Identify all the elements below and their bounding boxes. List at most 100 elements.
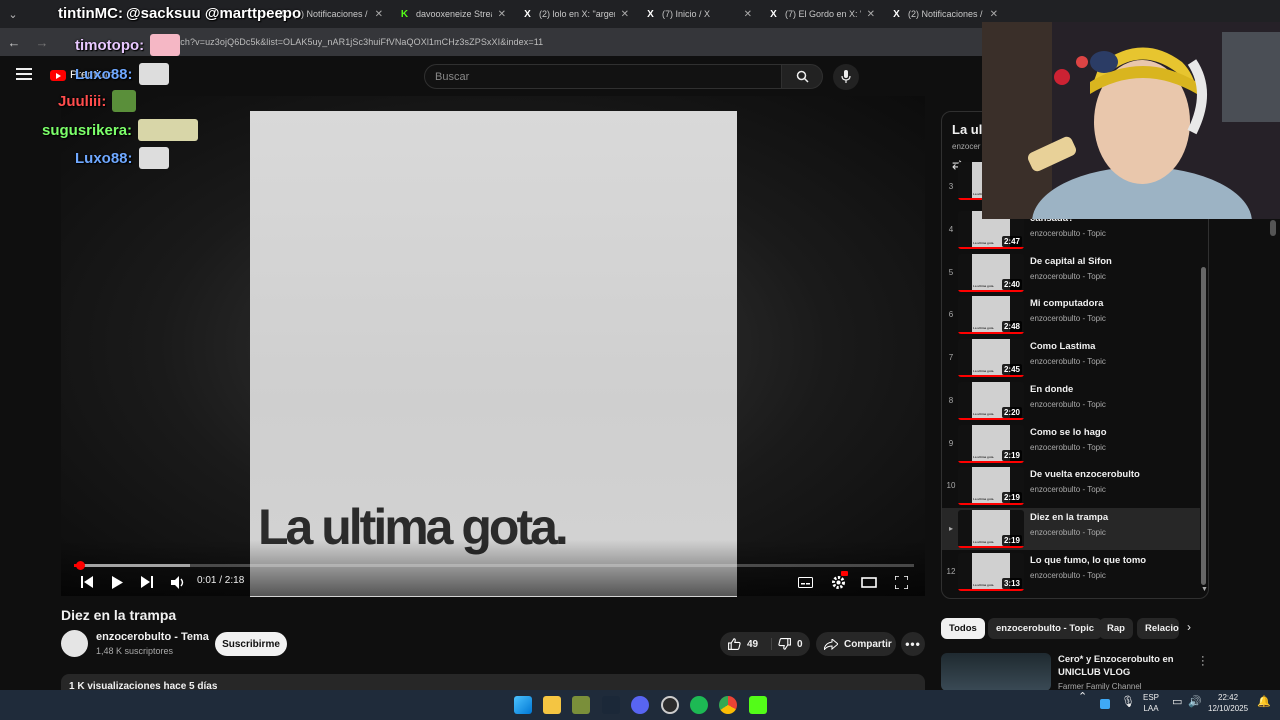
- share-button[interactable]: Compartir: [816, 632, 896, 656]
- windows-start-icon[interactable]: [514, 696, 532, 714]
- playlist-thumbnail: La ultima gota. 3:13: [958, 552, 1024, 591]
- tab-search-icon[interactable]: ⌄: [0, 0, 26, 28]
- file-explorer-icon[interactable]: [543, 696, 561, 714]
- subtitles-button[interactable]: [797, 574, 813, 590]
- filter-chip[interactable]: Todos: [941, 618, 985, 639]
- playlist-item[interactable]: 9 La ultima gota. 2:19 Como se lo hago enzoc…: [942, 423, 1200, 465]
- forward-arrow-icon[interactable]: →: [28, 35, 56, 50]
- like-count: 49: [747, 638, 759, 650]
- spotify-icon[interactable]: [690, 696, 708, 714]
- tray-chevron-up-icon[interactable]: ⌃: [1078, 692, 1087, 703]
- duration-badge: 2:19: [1001, 449, 1022, 461]
- clock[interactable]: 22:42 12/10/2025: [1208, 692, 1248, 714]
- browser-tab[interactable]: X (7) Inicio / X ✕: [637, 1, 760, 27]
- thumbs-down-icon: [778, 638, 791, 650]
- channel-avatar[interactable]: [61, 630, 88, 657]
- browser-tab[interactable]: X (7) El Gordo en X: "e ✕: [760, 1, 883, 27]
- playlist-item[interactable]: 12 La ultima gota. 3:13 Lo que fumo, lo que…: [942, 551, 1200, 593]
- thumbnail-text: La ultima gota.: [973, 326, 995, 331]
- thumbnail-text: La ultima gota.: [973, 539, 995, 544]
- chat-username: tintinMC:: [58, 5, 123, 22]
- channel-name[interactable]: enzocerobulto - Tema: [96, 631, 209, 643]
- url-field[interactable]: watch?v=uz3ojQ6Dc5k&list=OLAK5uy_nAR1jSc…: [166, 37, 543, 47]
- language-indicator[interactable]: ESP LAA: [1143, 692, 1159, 714]
- chat-username: Juuliii:: [58, 92, 107, 110]
- steam-icon[interactable]: [602, 696, 620, 714]
- page-scrollbar[interactable]: [1270, 220, 1276, 236]
- previous-button[interactable]: [80, 574, 94, 590]
- settings-button[interactable]: [829, 571, 848, 590]
- like-button[interactable]: 49: [720, 638, 772, 650]
- minecraft-icon[interactable]: [572, 696, 590, 714]
- chrome-icon[interactable]: [719, 696, 737, 714]
- close-tab-icon[interactable]: ✕: [375, 9, 383, 20]
- menu-icon[interactable]: [16, 68, 32, 83]
- search-input[interactable]: Buscar: [424, 64, 782, 89]
- fullscreen-button[interactable]: [893, 574, 909, 590]
- filter-chip[interactable]: enzocerobulto - Topic: [988, 618, 1102, 639]
- scrubber-handle[interactable]: [76, 561, 85, 570]
- playlist-title[interactable]: La ul: [952, 122, 982, 137]
- skip-next-icon: [141, 576, 153, 588]
- more-actions-button[interactable]: •••: [901, 632, 925, 656]
- recommended-title[interactable]: Cero* y Enzocerobulto en UNICLUB VLOG: [1058, 653, 1198, 679]
- playlist-item-channel: enzocerobulto - Topic: [1030, 314, 1106, 324]
- playlist-item[interactable]: ▸ La ultima gota. 2:19 Diez en la trampa enz…: [942, 507, 1200, 550]
- volume-button[interactable]: [170, 574, 186, 590]
- back-arrow-icon[interactable]: ←: [0, 35, 28, 50]
- playlist-item[interactable]: 6 La ultima gota. 2:48 Mi computadora enzoce…: [942, 294, 1200, 336]
- tray-app-icon[interactable]: [1100, 699, 1110, 709]
- kick-app-icon[interactable]: [749, 696, 767, 714]
- chevron-right-icon[interactable]: ›: [1187, 620, 1191, 634]
- dislike-button[interactable]: 0: [772, 638, 803, 650]
- close-tab-icon[interactable]: ✕: [990, 9, 998, 20]
- speaker-icon[interactable]: 🔊: [1188, 697, 1202, 708]
- browser-tab[interactable]: X (2) lolo en X: "argenti ✕: [514, 1, 637, 27]
- filter-chip[interactable]: Relacio: [1137, 618, 1179, 639]
- search-button[interactable]: [781, 64, 823, 89]
- progress-bar[interactable]: [74, 561, 914, 570]
- watched-bar: [958, 503, 1024, 506]
- tab-title: (7) El Gordo en X: "e: [785, 9, 861, 19]
- playlist-scrollbar[interactable]: [1201, 267, 1206, 585]
- close-tab-icon[interactable]: ✕: [867, 9, 875, 20]
- close-tab-icon[interactable]: ✕: [498, 9, 506, 20]
- watched-bar: [958, 375, 1024, 378]
- voice-search-button[interactable]: [833, 64, 859, 90]
- playlist-channel[interactable]: enzocer: [952, 142, 980, 151]
- recommended-menu-icon[interactable]: · · ·: [1201, 652, 1205, 671]
- hd-badge: [841, 571, 848, 576]
- playlist-item[interactable]: 8 La ultima gota. 2:20 En donde enzocerobult…: [942, 380, 1200, 422]
- playlist-item[interactable]: 10 La ultima gota. 2:19 De vuelta enzocerob…: [942, 465, 1200, 507]
- subscribe-button[interactable]: Suscribirme: [215, 632, 287, 656]
- recommended-thumbnail[interactable]: [941, 653, 1051, 691]
- playlist-thumbnail: La ultima gota. 2:40: [958, 253, 1024, 292]
- kick-icon: K: [400, 8, 409, 20]
- next-button[interactable]: [140, 574, 154, 590]
- tab-title: (2) lolo en X: "argenti: [539, 9, 615, 19]
- subtitles-icon: [797, 576, 813, 588]
- description-box[interactable]: 1 K visualizaciones hace 5 días: [61, 674, 925, 690]
- playlist-thumbnail: La ultima gota. 2:19: [958, 467, 1024, 506]
- playlist-item[interactable]: 7 La ultima gota. 2:45 Como Lastima enzocero…: [942, 337, 1200, 379]
- duration-badge: 2:19: [1001, 492, 1022, 504]
- discord-icon[interactable]: [631, 696, 649, 714]
- notification-bell-icon[interactable]: 🔔: [1257, 697, 1271, 708]
- close-tab-icon[interactable]: ✕: [621, 9, 629, 20]
- buffered-bar: [74, 564, 190, 567]
- browser-tab[interactable]: Kdavooxeneize Stream ✕: [391, 1, 514, 27]
- play-button[interactable]: [110, 574, 124, 590]
- x-icon: X: [647, 8, 654, 20]
- scroll-down-icon[interactable]: ▼: [1201, 586, 1208, 593]
- gear-icon: [831, 575, 845, 589]
- filter-chip[interactable]: Rap: [1099, 618, 1133, 639]
- tray-mic-icon[interactable]: 🎙: [1121, 697, 1135, 708]
- network-icon[interactable]: ▭: [1172, 697, 1182, 708]
- playlist-item[interactable]: 5 La ultima gota. 2:40 De capital al Sifon e…: [942, 252, 1200, 294]
- close-tab-icon[interactable]: ✕: [744, 9, 752, 20]
- theater-mode-button[interactable]: [860, 574, 878, 590]
- obs-icon[interactable]: [661, 696, 679, 714]
- playlist-thumbnail: La ultima gota. 2:48: [958, 296, 1024, 335]
- volume-icon: [170, 575, 183, 589]
- time-display: 0:01 / 2:18: [197, 575, 245, 586]
